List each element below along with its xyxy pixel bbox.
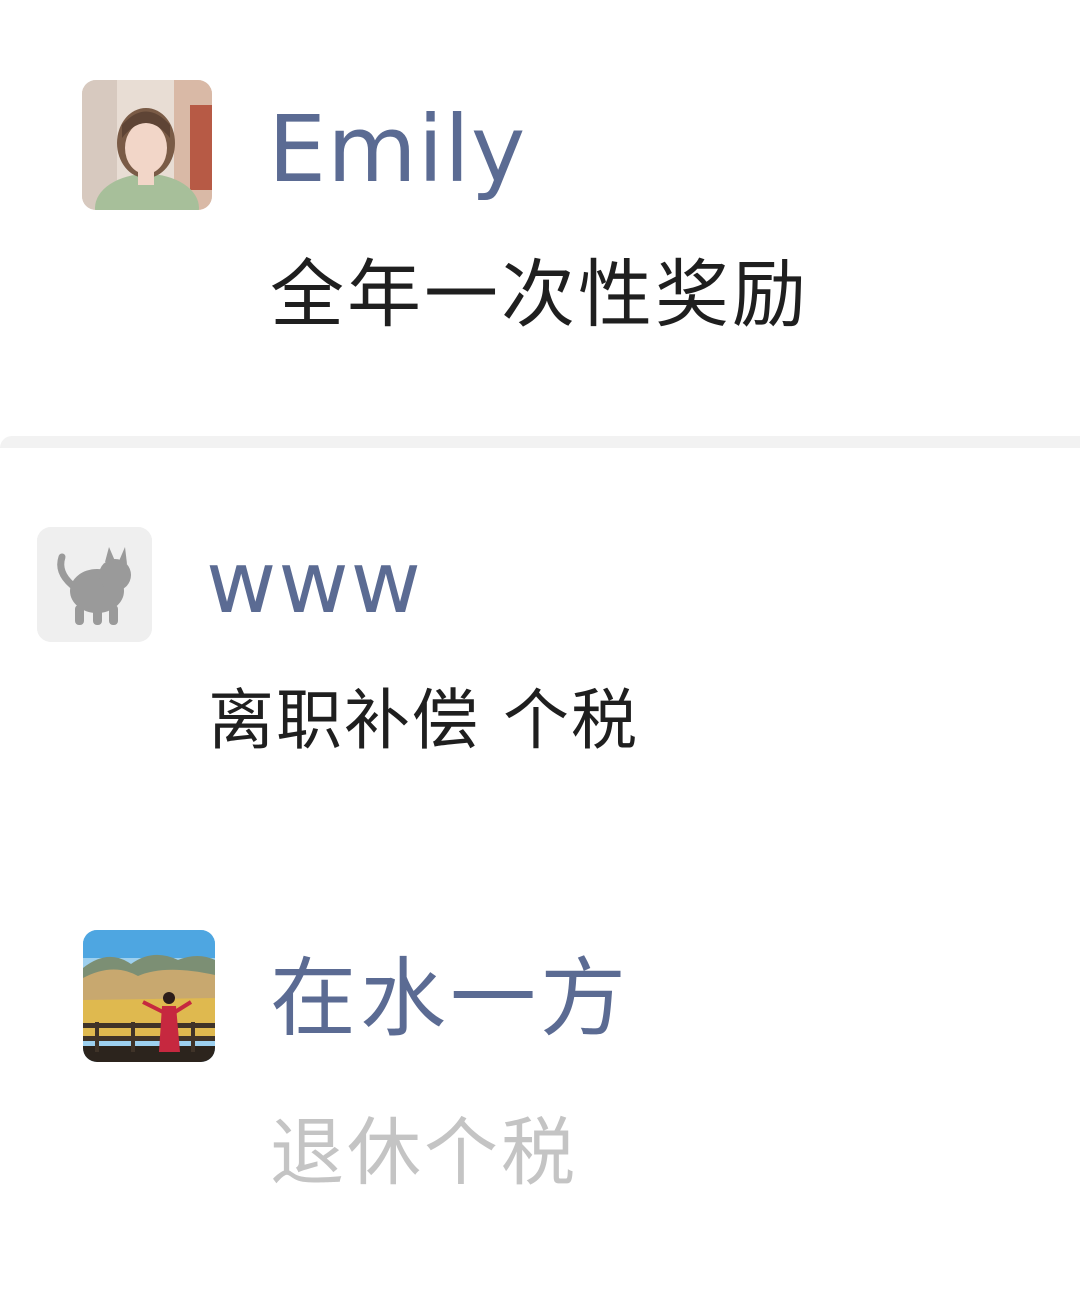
comment-text: 离职补偿 个税 <box>208 682 639 759</box>
comment-item: Emily 全年一次性奖励 <box>0 0 1080 436</box>
commenter-name[interactable]: 在水一方 <box>270 956 630 1042</box>
divider <box>0 436 1080 448</box>
comment-text: 退休个税 <box>270 1110 578 1196</box>
avatar[interactable] <box>37 527 152 642</box>
avatar[interactable] <box>82 80 212 210</box>
cat-avatar-icon <box>37 527 152 642</box>
commenter-name[interactable]: www <box>206 540 423 626</box>
comment-item: 在水一方 退休个税 <box>0 848 1080 1300</box>
comment-item: www 离职补偿 个税 <box>0 448 1080 848</box>
landscape-avatar-icon <box>83 930 215 1062</box>
avatar[interactable] <box>83 930 215 1062</box>
comment-text: 全年一次性奖励 <box>270 252 809 338</box>
comment-list: Emily 全年一次性奖励 www 离职补偿 个税 在水一方 退休个税 <box>0 0 1080 1300</box>
commenter-name[interactable]: Emily <box>268 104 526 196</box>
person-portrait-avatar-icon <box>82 80 212 210</box>
